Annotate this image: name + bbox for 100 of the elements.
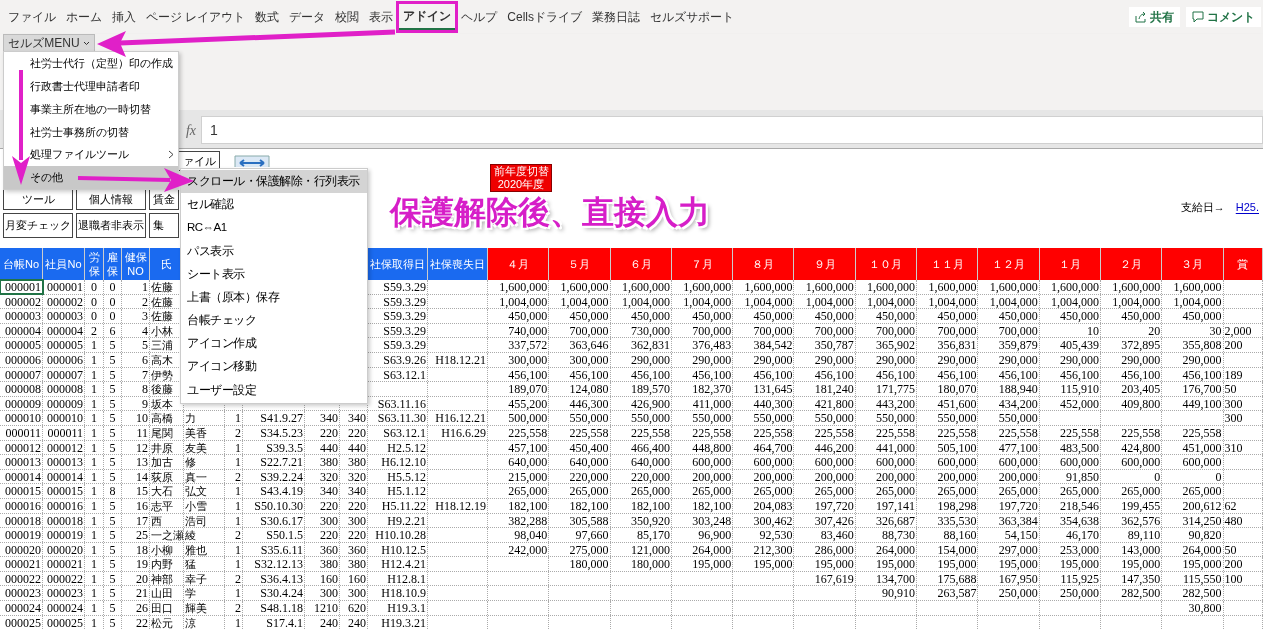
table-cell: 5 <box>104 338 122 352</box>
table-cell: 167,950 <box>978 571 1040 586</box>
column-header: ２月 <box>1100 248 1163 280</box>
table-cell: 1 <box>85 615 104 629</box>
menu-item[interactable]: ユーザー設定 <box>181 378 367 402</box>
table-cell: 195,000 <box>1100 557 1163 571</box>
menu-item[interactable]: 上書（原本）保存 <box>181 285 367 310</box>
menu-item[interactable]: スクロール・保護解除・行列表示 <box>181 170 367 194</box>
table-cell: 290,000 <box>610 352 672 367</box>
menu-tab[interactable]: 挿入 <box>108 4 140 30</box>
menu-item[interactable]: 行政書士代理申請者印 <box>4 74 178 98</box>
table-cell: 000024 <box>0 601 43 615</box>
table-cell: 綾 <box>184 528 225 542</box>
swap-arrows-icon[interactable] <box>234 155 270 167</box>
table-cell: 225,558 <box>488 425 550 440</box>
menu-tab[interactable]: 数式 <box>251 4 284 30</box>
sheet-button[interactable]: 退職者非表示 <box>76 213 146 238</box>
table-cell: 98,040 <box>488 528 550 542</box>
sheet-button[interactable]: 賃金 <box>149 189 179 210</box>
table-cell: 000023 <box>0 586 43 601</box>
table-cell: 326,687 <box>855 513 918 528</box>
table-cell: 1,600,000 <box>794 280 856 294</box>
menu-tab[interactable]: 表示 <box>365 4 398 30</box>
table-cell: 1 <box>225 440 243 455</box>
menu-item[interactable]: シート表示 <box>181 262 367 286</box>
table-cell: 000002 <box>0 294 43 309</box>
table-cell: 253,000 <box>1039 542 1101 557</box>
formula-field[interactable]: 1 <box>201 116 1263 144</box>
table-cell: 456,100 <box>671 367 734 382</box>
menu-button[interactable]: セルズMENU <box>3 34 95 52</box>
share-button[interactable]: 共有 <box>1129 7 1180 27</box>
table-cell: 600,000 <box>794 455 856 469</box>
table-cell: 力 <box>184 411 225 425</box>
menu-item[interactable]: 事業主所在地の一時切替 <box>4 97 178 121</box>
menu-item[interactable]: アイコン作成 <box>181 332 367 356</box>
menu-tab[interactable]: 業務日誌 <box>588 4 644 30</box>
table-cell: 5 <box>104 557 122 571</box>
table-cell: 1 <box>85 571 104 586</box>
menu-item[interactable]: セル確認 <box>181 193 367 217</box>
year-switch-button[interactable]: 前年度切替 2020年度 <box>490 164 552 192</box>
menu-tab[interactable]: ホーム <box>62 4 106 30</box>
table-cell: 000003 <box>43 309 85 323</box>
menu-tab[interactable]: 校閲 <box>331 4 364 30</box>
menu-tab[interactable]: Cellsドライブ <box>503 4 586 30</box>
table-cell: 360 <box>340 542 368 557</box>
table-cell: 451,600 <box>917 396 979 411</box>
table-cell: 115,910 <box>1039 382 1101 396</box>
table-cell: 5 <box>104 586 122 601</box>
table-cell: 6 <box>104 323 122 338</box>
table-cell: 134,700 <box>855 571 918 586</box>
table-cell: 450,000 <box>917 309 979 323</box>
table-cell: 380 <box>305 455 340 469</box>
table-cell: 小雪 <box>184 498 225 513</box>
table-cell: 000015 <box>43 484 85 498</box>
table-cell: 700,000 <box>794 323 856 338</box>
sheet-button[interactable]: 個人情報 <box>76 189 146 210</box>
column-header: １１月 <box>917 248 979 280</box>
table-cell: 189,570 <box>610 382 672 396</box>
table-cell: S39.2.24 <box>243 469 305 484</box>
menu-item[interactable]: パス表示 <box>181 239 367 263</box>
table-cell: H18.10.9 <box>368 586 428 601</box>
table-cell: 290,000 <box>1039 352 1101 367</box>
sheet-button[interactable]: ツール <box>3 189 73 210</box>
table-cell: 265,000 <box>1039 484 1101 498</box>
table-cell: 1,004,000 <box>1039 294 1101 309</box>
menu-item[interactable]: 社労士代行（定型）印の作成 <box>4 52 178 75</box>
menu-tab[interactable]: アドイン <box>399 4 456 30</box>
table-cell: 1,600,000 <box>1100 280 1163 294</box>
menu-tab[interactable]: ページ レイアウト <box>142 4 250 30</box>
menu-item[interactable]: アイコン移動 <box>181 355 367 379</box>
table-cell: 000020 <box>0 542 43 557</box>
menu-item[interactable]: RC⇔A1 <box>181 216 367 240</box>
table-cell: 265,000 <box>1100 484 1163 498</box>
table-cell: 0 <box>85 309 104 323</box>
table-cell: 1,004,000 <box>917 294 979 309</box>
menu-item[interactable]: 社労士事務所の切替 <box>4 120 178 144</box>
menu-item[interactable]: 処理ファイルツール <box>4 143 178 166</box>
table-cell: 200,000 <box>671 469 734 484</box>
table-cell: 1,600,000 <box>1039 280 1101 294</box>
table-cell: 22 <box>122 615 150 629</box>
caret-icon <box>82 40 90 46</box>
table-cell: 5 <box>104 396 122 411</box>
sheet-button[interactable]: 月変チェック <box>3 213 73 238</box>
table-cell: 1 <box>85 498 104 513</box>
menu-tab[interactable]: ファイル <box>4 4 60 30</box>
table-cell: 363,384 <box>978 513 1040 528</box>
menu-tab[interactable]: セルズサポート <box>646 4 738 30</box>
menu-tab[interactable]: ヘルプ <box>457 4 502 30</box>
table-cell: 300 <box>340 586 368 601</box>
table-cell: 200,000 <box>794 469 856 484</box>
menu-item[interactable]: 台帳チェック <box>181 309 367 333</box>
table-cell: 450,000 <box>1100 309 1163 323</box>
table-cell: 455,200 <box>488 396 550 411</box>
comment-button[interactable]: コメント <box>1186 7 1261 27</box>
table-cell: 1 <box>85 396 104 411</box>
sheet-button[interactable]: 集 <box>149 213 179 238</box>
table-cell: 輝美 <box>184 601 225 615</box>
menu-tab[interactable]: データ <box>285 4 330 30</box>
table-cell: H12.8.1 <box>368 571 428 586</box>
column-header: 社保喪失日 <box>428 248 488 280</box>
